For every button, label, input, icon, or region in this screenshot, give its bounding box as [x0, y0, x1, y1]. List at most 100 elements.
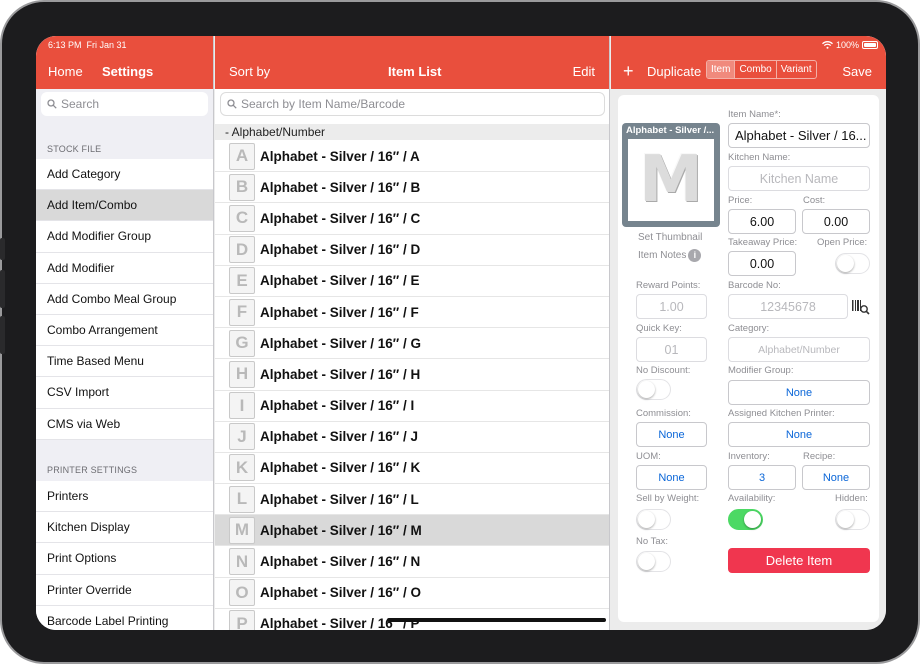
balloon-letter-image: M — [639, 143, 703, 217]
inventory-field[interactable]: 3 — [728, 465, 796, 490]
availability-toggle[interactable] — [728, 509, 763, 530]
item-list-row[interactable]: B Alphabet - Silver / 16″ / B — [215, 172, 609, 204]
inventory-label: Inventory: — [728, 451, 770, 462]
item-list-nav-bar: Sort by Item List Edit — [215, 36, 609, 89]
item-list-row[interactable]: D Alphabet - Silver / 16″ / D — [215, 235, 609, 266]
status-indicators: 100% — [822, 40, 878, 50]
modifier-group-select[interactable]: None — [728, 380, 870, 405]
item-list-row[interactable]: N Alphabet - Silver / 16″ / N — [215, 546, 609, 578]
barcode-field[interactable]: 12345678 — [728, 294, 848, 319]
duplicate-button[interactable]: Duplicate — [647, 64, 701, 79]
side-button — [0, 316, 5, 354]
item-list-row[interactable]: A Alphabet - Silver / 16″ / A — [215, 141, 609, 173]
item-name: Alphabet - Silver / 16″ / I — [260, 398, 415, 414]
settings-title: Settings — [102, 64, 154, 79]
item-list-row[interactable]: E Alphabet - Silver / 16″ / E — [215, 266, 609, 297]
battery-icon — [862, 41, 878, 49]
item-thumbnail-image: O — [229, 579, 255, 607]
price-field[interactable]: 6.00 — [728, 209, 796, 234]
save-button[interactable]: Save — [842, 64, 872, 79]
sidebar-item-printer-override[interactable]: Printer Override — [36, 575, 213, 606]
sidebar-item-add-modifier-group[interactable]: Add Modifier Group — [36, 221, 213, 253]
item-list-row[interactable]: J Alphabet - Silver / 16″ / J — [215, 422, 609, 453]
item-list-row[interactable]: I Alphabet - Silver / 16″ / I — [215, 391, 609, 422]
no-discount-toggle[interactable] — [636, 379, 671, 400]
battery-percent: 100% — [835, 40, 859, 50]
status-time: 6:13 PM Fri Jan 31 — [48, 40, 127, 50]
sidebar-item-add-item-combo[interactable]: Add Item/Combo — [36, 190, 213, 222]
toggle-knob — [637, 510, 655, 528]
toggle-knob — [836, 254, 854, 272]
item-thumbnail-image: F — [229, 298, 255, 326]
sidebar-item-add-category[interactable]: Add Category — [36, 159, 213, 191]
settings-search-input[interactable]: Search — [41, 92, 208, 116]
info-icon[interactable]: i — [688, 249, 702, 262]
item-thumbnail-image: A — [229, 142, 255, 170]
item-type-segmented-control: Item Combo Variant — [706, 60, 817, 79]
item-notes-link[interactable]: Item Notes i — [638, 249, 702, 262]
modifier-group-label: Modifier Group: — [728, 365, 794, 376]
item-thumbnail-image: H — [229, 360, 255, 388]
item-list-row[interactable]: G Alphabet - Silver / 16″ / G — [215, 328, 609, 360]
takeaway-price-field[interactable]: 0.00 — [728, 251, 796, 276]
no-tax-toggle[interactable] — [636, 551, 671, 572]
cost-field[interactable]: 0.00 — [802, 209, 870, 234]
takeaway-price-label: Takeaway Price: — [728, 237, 798, 248]
sort-by-button[interactable]: Sort by — [229, 64, 270, 79]
section-stock-file: STOCK FILE — [47, 144, 102, 154]
item-thumbnail-image: L — [229, 485, 255, 513]
quick-key-field[interactable]: 01 — [636, 337, 707, 362]
segment-item[interactable]: Item — [707, 61, 736, 78]
item-search-input[interactable]: Search by Item Name/Barcode — [220, 92, 605, 116]
kitchen-printer-select[interactable]: None — [728, 422, 870, 447]
item-list-row[interactable]: K Alphabet - Silver / 16″ / K — [215, 453, 609, 485]
sidebar-item-add-combo-meal-group[interactable]: Add Combo Meal Group — [36, 284, 213, 315]
commission-label: Commission: — [636, 408, 691, 419]
search-icon — [47, 99, 57, 109]
kitchen-name-field[interactable]: Kitchen Name — [728, 166, 870, 191]
recipe-select[interactable]: None — [802, 465, 870, 490]
item-list-row[interactable]: O Alphabet - Silver / 16″ / O — [215, 578, 609, 609]
sidebar-item-printers[interactable]: Printers — [36, 481, 213, 513]
item-name: Alphabet - Silver / 16″ / F — [260, 304, 419, 320]
reward-points-field[interactable]: 1.00 — [636, 294, 707, 319]
sell-by-weight-label: Sell by Weight: — [636, 493, 700, 504]
add-icon[interactable]: + — [623, 61, 634, 82]
item-list-row[interactable]: C Alphabet - Silver / 16″ / C — [215, 203, 609, 235]
segment-variant[interactable]: Variant — [777, 61, 816, 78]
home-button[interactable]: Home — [48, 64, 83, 79]
open-price-toggle[interactable] — [835, 253, 870, 274]
edit-button[interactable]: Edit — [573, 64, 595, 79]
item-thumbnail-image: J — [229, 423, 255, 451]
commission-select[interactable]: None — [636, 422, 707, 447]
side-button — [0, 270, 5, 308]
barcode-scan-icon[interactable] — [852, 299, 870, 315]
category-field[interactable]: Alphabet/Number — [728, 337, 870, 362]
sidebar-item-add-modifier[interactable]: Add Modifier — [36, 253, 213, 284]
item-list-row[interactable]: F Alphabet - Silver / 16″ / F — [215, 297, 609, 329]
set-thumbnail-link[interactable]: Set Thumbnail — [638, 232, 702, 243]
item-name: Alphabet - Silver / 16″ / G — [260, 335, 422, 351]
sidebar-item-combo-arrangement[interactable]: Combo Arrangement — [36, 315, 213, 347]
delete-item-button[interactable]: Delete Item — [728, 548, 870, 573]
sidebar-item-print-options[interactable]: Print Options — [36, 543, 213, 575]
item-list-row[interactable]: M Alphabet - Silver / 16″ / M — [215, 515, 609, 547]
uom-select[interactable]: None — [636, 465, 707, 490]
sidebar-item-cms-via-web[interactable]: CMS via Web — [36, 409, 213, 440]
sidebar-item-barcode-label-printing[interactable]: Barcode Label Printing — [36, 606, 213, 630]
item-list-row[interactable]: H Alphabet - Silver / 16″ / H — [215, 359, 609, 391]
segment-combo[interactable]: Combo — [735, 61, 777, 78]
item-name-field[interactable]: Alphabet - Silver / 16... — [728, 123, 870, 148]
sidebar-item-csv-import[interactable]: CSV Import — [36, 377, 213, 409]
item-thumbnail-image: K — [229, 454, 255, 482]
item-name: Alphabet - Silver / 16″ / M — [260, 522, 422, 538]
settings-search-placeholder: Search — [61, 97, 100, 111]
hidden-toggle[interactable] — [835, 509, 870, 530]
sidebar-item-kitchen-display[interactable]: Kitchen Display — [36, 512, 213, 544]
item-list-row[interactable]: L Alphabet - Silver / 16″ / L — [215, 484, 609, 516]
item-name: Alphabet - Silver / 16″ / N — [260, 554, 421, 570]
sell-by-weight-toggle[interactable] — [636, 509, 671, 530]
sidebar-item-time-based-menu[interactable]: Time Based Menu — [36, 346, 213, 378]
search-icon — [227, 99, 237, 109]
item-thumbnail[interactable]: Alphabet - Silver /... M — [622, 123, 720, 227]
